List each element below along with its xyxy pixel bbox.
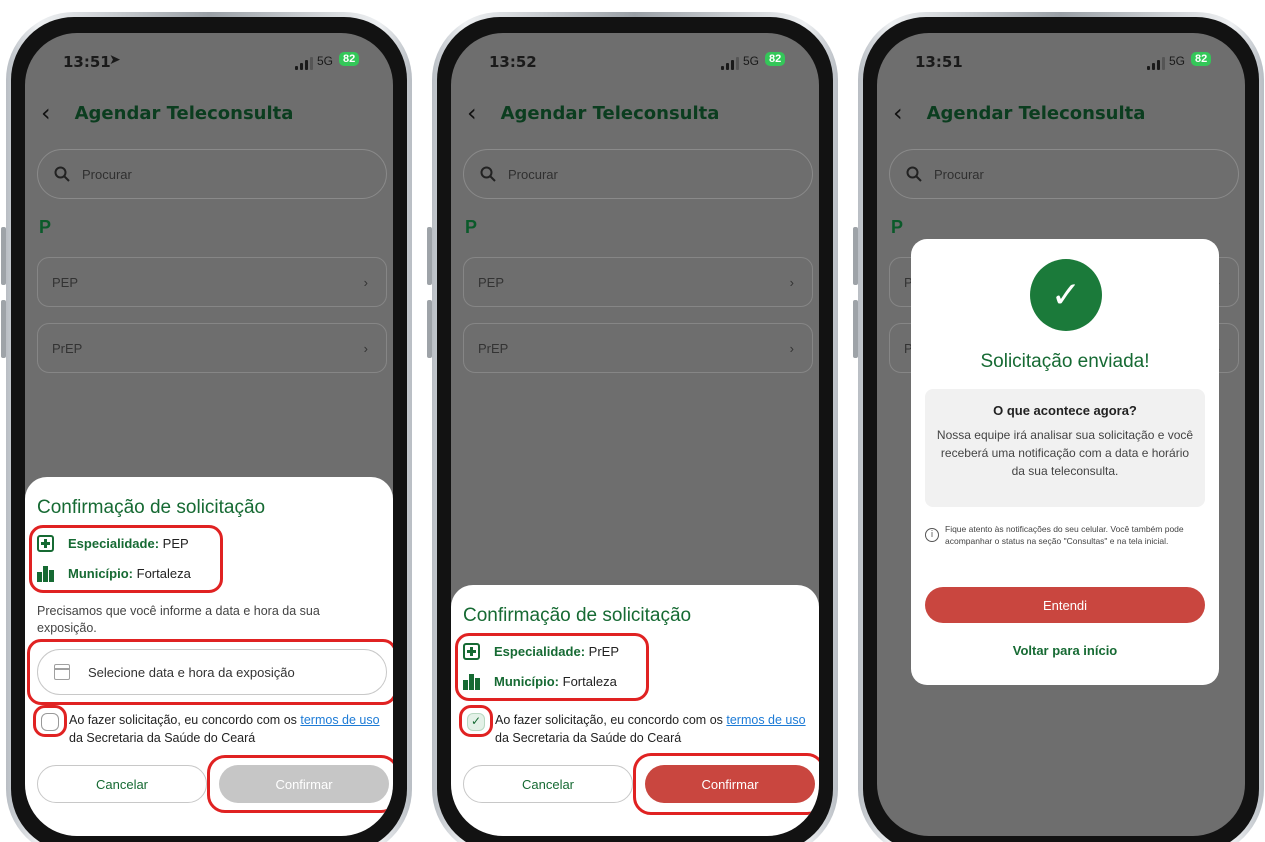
chevron-right-icon: › <box>789 340 794 356</box>
section-letter: P <box>465 217 478 237</box>
search-icon <box>480 166 496 182</box>
phone-frame-1: 13:51 ➤ 5G 82 ‹ Agendar Teleconsulta Pro… <box>1 12 412 842</box>
search-icon <box>54 166 70 182</box>
sheet-title: Confirmação de solicitação <box>37 497 266 518</box>
status-time: 13:51 <box>63 53 111 71</box>
location-arrow-icon: ➤ <box>109 52 121 68</box>
status-bar: 13:51 5G 82 <box>877 33 1245 85</box>
info-box: O que acontece agora? Nossa equipe irá a… <box>925 389 1205 507</box>
chevron-right-icon: › <box>363 340 368 356</box>
confirmation-sheet: Confirmação de solicitação Especialidade… <box>451 585 819 836</box>
list-item-pep[interactable]: PEP › <box>463 257 813 307</box>
highlight-box <box>207 755 393 813</box>
section-letter: P <box>891 217 904 237</box>
back-icon[interactable]: ‹ <box>467 101 477 125</box>
phone-frame-2: 13:52 5G 82 ‹ Agendar Teleconsulta Procu… <box>427 12 838 842</box>
terms-text: Ao fazer solicitação, eu concordo com os… <box>69 711 389 747</box>
search-icon <box>906 166 922 182</box>
modal-title: Solicitação enviada! <box>980 351 1150 372</box>
phone-screen-1: 13:51 ➤ 5G 82 ‹ Agendar Teleconsulta Pro… <box>25 33 393 836</box>
back-icon[interactable]: ‹ <box>41 101 51 125</box>
highlight-box <box>29 525 223 593</box>
highlight-box <box>455 633 649 701</box>
screen-header: ‹ Agendar Teleconsulta <box>41 101 293 125</box>
volume-button <box>1 227 6 285</box>
section-letter: P <box>39 217 52 237</box>
battery-badge: 82 <box>765 52 786 66</box>
back-to-home-link[interactable]: Voltar para início <box>911 643 1219 658</box>
list-item-label: PEP <box>478 274 505 290</box>
status-time: 13:51 <box>915 53 963 71</box>
terms-suffix: da Secretaria da Saúde do Ceará <box>495 731 682 745</box>
sheet-title: Confirmação de solicitação <box>463 605 692 626</box>
highlight-box <box>27 639 393 705</box>
list-item-label: PrEP <box>52 340 83 356</box>
phone-bezel: 13:52 5G 82 ‹ Agendar Teleconsulta Procu… <box>437 17 833 842</box>
highlight-box <box>633 753 819 815</box>
search-input[interactable]: Procurar <box>889 149 1239 199</box>
terms-link[interactable]: termos de uso <box>300 713 379 727</box>
list-item-prep[interactable]: PrEP › <box>463 323 813 373</box>
chevron-right-icon: › <box>789 274 794 290</box>
highlight-box <box>33 705 67 737</box>
terms-text: Ao fazer solicitação, eu concordo com os… <box>495 711 815 747</box>
volume-button <box>853 300 858 358</box>
network-type: 5G <box>317 54 334 68</box>
instruction-text: Precisamos que você informe a data e hor… <box>37 604 320 635</box>
confirmation-sheet: Confirmação de solicitação Especialidade… <box>25 477 393 836</box>
notice: i Fique atento às notificações do seu ce… <box>925 523 1205 547</box>
phone-screen-2: 13:52 5G 82 ‹ Agendar Teleconsulta Procu… <box>451 33 819 836</box>
terms-suffix: da Secretaria da Saúde do Ceará <box>69 731 256 745</box>
list-item-label: PrEP <box>478 340 509 356</box>
battery-badge: 82 <box>1191 52 1212 66</box>
status-time: 13:52 <box>489 53 537 71</box>
phone-screen-3: 13:51 5G 82 ‹ Agendar Teleconsulta Procu… <box>877 33 1245 836</box>
list-item-label: PEP <box>52 274 79 290</box>
success-modal: ✓ Solicitação enviada! O que acontece ag… <box>911 239 1219 685</box>
search-input[interactable]: Procurar <box>463 149 813 199</box>
search-placeholder: Procurar <box>82 166 132 182</box>
check-circle-icon: ✓ <box>1030 259 1102 331</box>
terms-link[interactable]: termos de uso <box>726 713 805 727</box>
understood-button[interactable]: Entendi <box>925 587 1205 623</box>
volume-button <box>853 227 858 285</box>
status-bar: 13:51 ➤ 5G 82 <box>25 33 393 85</box>
cancel-button[interactable]: Cancelar <box>37 765 207 803</box>
info-box-heading: O que acontece agora? <box>993 403 1137 418</box>
phone-bezel: 13:51 ➤ 5G 82 ‹ Agendar Teleconsulta Pro… <box>11 17 407 842</box>
list-item-pep[interactable]: PEP › <box>37 257 387 307</box>
phone-frame-3: 13:51 5G 82 ‹ Agendar Teleconsulta Procu… <box>853 12 1264 842</box>
signal-icon <box>721 57 739 70</box>
signal-icon <box>1147 57 1165 70</box>
page-title: Agendar Teleconsulta <box>74 102 294 124</box>
battery-badge: 82 <box>339 52 360 66</box>
back-icon[interactable]: ‹ <box>893 101 903 125</box>
screen-header: ‹ Agendar Teleconsulta <box>893 101 1145 125</box>
page-title: Agendar Teleconsulta <box>500 102 720 124</box>
search-placeholder: Procurar <box>508 166 558 182</box>
signal-icon <box>295 57 313 70</box>
chevron-right-icon: › <box>363 274 368 290</box>
info-box-text: Nossa equipe irá analisar sua solicitaçã… <box>936 428 1194 478</box>
status-bar: 13:52 5G 82 <box>451 33 819 85</box>
search-placeholder: Procurar <box>934 166 984 182</box>
info-icon: i <box>925 528 939 542</box>
terms-prefix: Ao fazer solicitação, eu concordo com os <box>495 713 727 727</box>
highlight-box <box>459 705 493 737</box>
network-type: 5G <box>1169 54 1186 68</box>
phone-bezel: 13:51 5G 82 ‹ Agendar Teleconsulta Procu… <box>863 17 1259 842</box>
cancel-button[interactable]: Cancelar <box>463 765 633 803</box>
network-type: 5G <box>743 54 760 68</box>
screen-header: ‹ Agendar Teleconsulta <box>467 101 719 125</box>
search-input[interactable]: Procurar <box>37 149 387 199</box>
page-title: Agendar Teleconsulta <box>926 102 1146 124</box>
volume-button <box>1 300 6 358</box>
volume-button <box>427 227 432 285</box>
list-item-prep[interactable]: PrEP › <box>37 323 387 373</box>
notice-text: Fique atento às notificações do seu celu… <box>945 524 1184 546</box>
terms-prefix: Ao fazer solicitação, eu concordo com os <box>69 713 301 727</box>
volume-button <box>427 300 432 358</box>
